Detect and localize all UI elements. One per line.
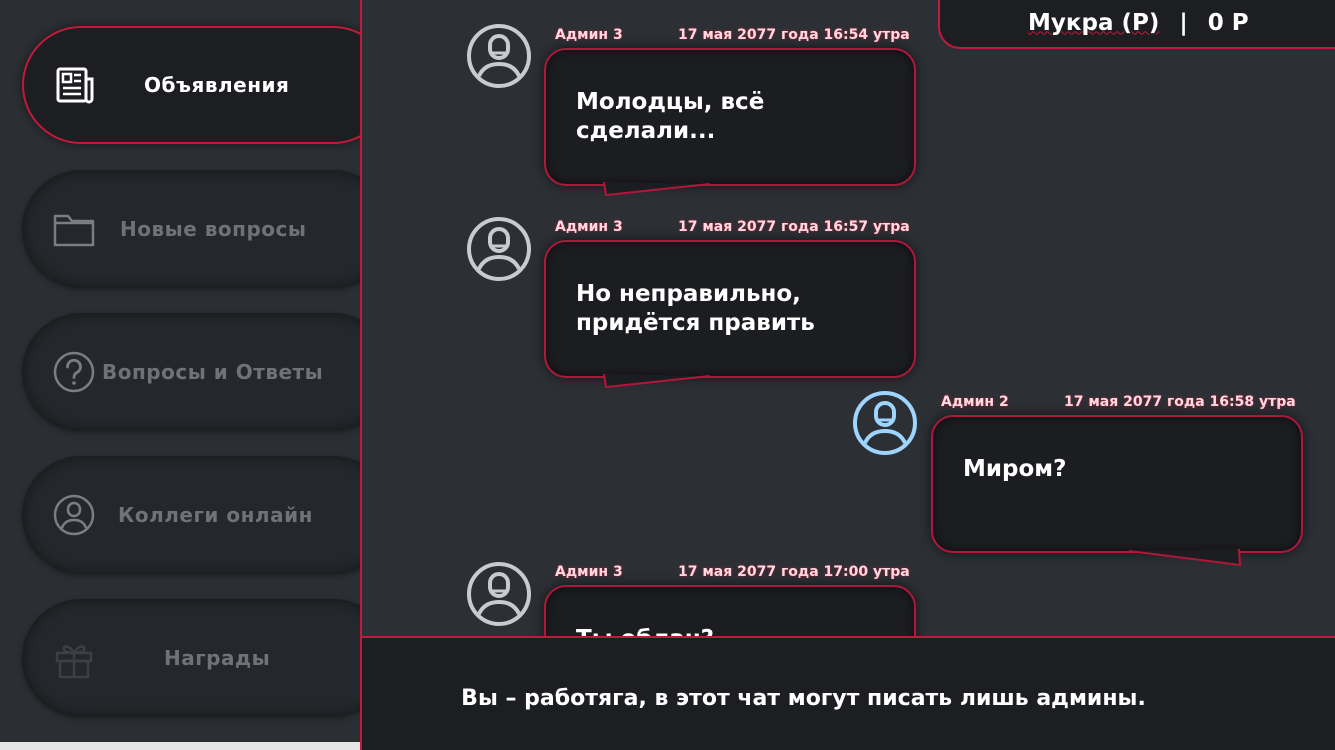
- sidebar-item-label: Коллеги онлайн: [118, 503, 313, 527]
- sidebar-item-colleagues[interactable]: Коллеги онлайн: [22, 456, 360, 574]
- message-author: Админ 3: [555, 564, 623, 580]
- user-avatar-icon: [853, 391, 917, 455]
- sidebar-item-new-questions[interactable]: Новые вопросы: [22, 170, 360, 288]
- message-text: Миром?: [963, 456, 1067, 482]
- sidebar-item-label: Награды: [164, 646, 271, 670]
- bubble-tail: [603, 182, 711, 197]
- sidebar-item-label: Объявления: [144, 73, 290, 97]
- sidebar: Объявления Новые вопросы Вопросы и Ответ…: [0, 0, 360, 750]
- message-timestamp: 17 мая 2077 года 16:58 утра: [1064, 394, 1296, 410]
- message-timestamp: 17 мая 2077 года 16:57 утра: [678, 219, 910, 235]
- message-author: Админ 3: [555, 219, 623, 235]
- separator: |: [1179, 9, 1188, 36]
- question-circle-icon: [53, 351, 95, 393]
- message-author: Админ 3: [555, 27, 623, 43]
- balance: 0 Р: [1207, 9, 1249, 36]
- sidebar-item-announcements[interactable]: Объявления: [22, 26, 360, 144]
- sidebar-item-rewards[interactable]: Награды: [22, 599, 360, 717]
- message-timestamp: 17 мая 2077 года 16:54 утра: [678, 27, 910, 43]
- message-bubble: Но неправильно, придётся править: [544, 240, 916, 378]
- bubble-tail: [1128, 549, 1242, 567]
- sidebar-item-label: Новые вопросы: [120, 217, 307, 241]
- chat-readonly-notice: Вы – работяга, в этот чат могут писать л…: [360, 636, 1335, 750]
- sidebar-scroll-strip: [0, 742, 360, 750]
- message-text: Молодцы, всё сделали...: [576, 89, 765, 144]
- message-bubble: Миром?: [931, 415, 1303, 553]
- bubble-tail: [603, 374, 711, 389]
- user-avatar-icon: [467, 217, 531, 281]
- folder-icon: [53, 214, 95, 247]
- user-circle-icon: [53, 494, 95, 536]
- user-avatar-icon: [467, 24, 531, 88]
- gift-icon: [55, 645, 93, 679]
- sidebar-item-qa[interactable]: Вопросы и Ответы: [22, 313, 360, 431]
- message-text: Но неправильно, придётся править: [576, 281, 815, 336]
- message-timestamp: 17 мая 2077 года 17:00 утра: [678, 564, 910, 580]
- message-author: Админ 2: [941, 394, 1009, 410]
- user-balance-badge[interactable]: Мукра (Р) | 0 Р: [938, 0, 1335, 49]
- username: Мукра (Р): [1028, 9, 1160, 36]
- message-bubble: Молодцы, всё сделали...: [544, 48, 916, 186]
- newspaper-icon: [56, 67, 94, 104]
- sidebar-item-label: Вопросы и Ответы: [102, 360, 324, 384]
- user-avatar-icon: [467, 562, 531, 626]
- notice-text: Вы – работяга, в этот чат могут писать л…: [461, 685, 1146, 711]
